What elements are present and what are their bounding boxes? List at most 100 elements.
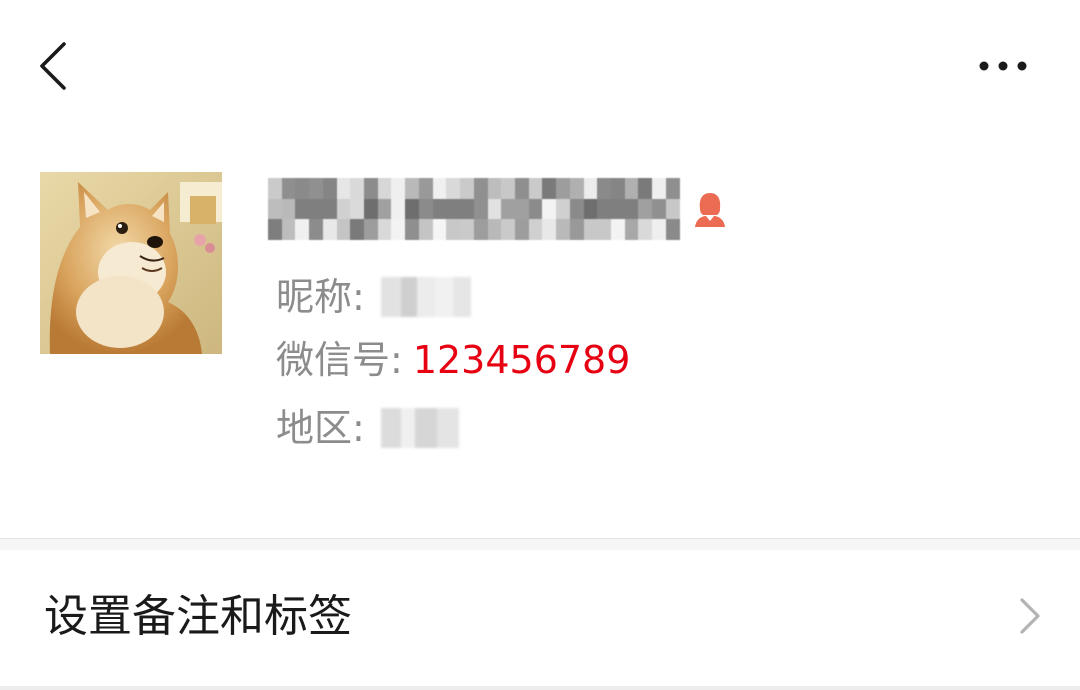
mosaic-cell [583, 198, 598, 220]
mosaic-cell [583, 219, 598, 240]
mosaic-cell [652, 178, 666, 199]
mosaic-cell [322, 178, 337, 199]
set-remark-and-tags-label: 设置备注和标签 [44, 591, 352, 642]
mosaic-cell [336, 178, 351, 199]
mosaic-cell [514, 198, 529, 220]
mosaic-cell [377, 178, 392, 199]
mosaic-cell [624, 198, 639, 220]
mosaic-cell [336, 219, 351, 240]
mosaic-cell [665, 198, 680, 220]
mosaic-cell [268, 219, 282, 240]
mosaic-cell [322, 219, 337, 240]
chevron-right-icon [1020, 598, 1040, 634]
mosaic-cell [295, 219, 310, 240]
mosaic-cell [528, 219, 543, 240]
mosaic-cell [446, 219, 461, 240]
mosaic-cell [295, 198, 310, 220]
mosaic-cell [501, 178, 515, 199]
mosaic-cell [418, 219, 433, 240]
mosaic-cell [268, 198, 282, 220]
mosaic-cell [405, 178, 419, 199]
more-button[interactable] [968, 46, 1040, 86]
mosaic-cell [652, 198, 666, 220]
mosaic-cell [556, 219, 570, 240]
mosaic-cell [528, 178, 543, 199]
name-mosaic [268, 178, 680, 240]
mosaic-cell [597, 198, 611, 220]
mosaic-cell [556, 198, 570, 220]
avatar[interactable] [40, 172, 222, 354]
mosaic-cell [446, 198, 461, 220]
mosaic-cell [432, 219, 447, 240]
mosaic-cell [487, 198, 502, 220]
name-row [268, 178, 730, 240]
chevron-left-icon [40, 42, 66, 90]
mosaic-cell [597, 178, 611, 199]
mosaic-cell [350, 219, 365, 240]
mosaic-cell [638, 219, 653, 240]
wechat-id-line: 微信号: 123456789 [276, 335, 630, 385]
nickname-label: 昵称: [276, 275, 365, 319]
mosaic-cell [665, 178, 680, 199]
wechat-id-value: 123456789 [412, 338, 631, 382]
mosaic-cell [432, 198, 447, 220]
mosaic-cell [473, 178, 488, 199]
mosaic-cell [460, 178, 474, 199]
region-label: 地区: [276, 406, 365, 450]
mosaic-cell [487, 178, 502, 199]
mosaic-cell [665, 219, 680, 240]
mosaic-cell [556, 178, 570, 199]
divider [0, 686, 1080, 690]
mosaic-cell [309, 198, 323, 220]
mosaic-cell [569, 178, 584, 199]
nickname-line: 昵称: [276, 272, 471, 322]
mosaic-cell [391, 198, 406, 220]
female-icon [695, 193, 725, 227]
set-remark-and-tags-row[interactable]: 设置备注和标签 [0, 550, 1080, 686]
region-line: 地区: [276, 403, 459, 453]
more-dots-icon [979, 61, 1027, 71]
mosaic-cell [336, 198, 351, 220]
mosaic-cell [542, 198, 557, 220]
back-button[interactable] [28, 38, 84, 94]
mosaic-cell [322, 198, 337, 220]
mosaic-cell [624, 219, 639, 240]
mosaic-cell [610, 198, 625, 220]
mosaic-cell [652, 219, 666, 240]
section-gap [0, 539, 1080, 550]
mosaic-cell [350, 178, 365, 199]
top-bar [0, 0, 1080, 130]
mosaic-cell [487, 219, 502, 240]
mosaic-cell [583, 178, 598, 199]
mosaic-cell [638, 198, 653, 220]
profile-card: 昵称: 微信号: 123456789 地区: [0, 130, 1080, 538]
mosaic-cell [542, 178, 557, 199]
mosaic-cell [610, 178, 625, 199]
mosaic-cell [405, 198, 419, 220]
mosaic-cell [309, 219, 323, 240]
mosaic-cell [281, 219, 296, 240]
region-mosaic [380, 408, 459, 448]
mosaic-cell [501, 198, 515, 220]
mosaic-cell [460, 219, 474, 240]
mosaic-cell [460, 198, 474, 220]
mosaic-cell [528, 198, 543, 220]
mosaic-cell [569, 198, 584, 220]
mosaic-cell [281, 178, 296, 199]
mosaic-cell [295, 178, 310, 199]
mosaic-cell [350, 198, 365, 220]
mosaic-cell [542, 219, 557, 240]
mosaic-cell [638, 178, 653, 199]
mosaic-cell [597, 219, 611, 240]
mosaic-cell [418, 198, 433, 220]
mosaic-cell [432, 178, 447, 199]
mosaic-cell [514, 219, 529, 240]
mosaic-cell [364, 219, 378, 240]
mosaic-cell [309, 178, 323, 199]
mosaic-cell [514, 178, 529, 199]
mosaic-cell [281, 198, 296, 220]
mosaic-cell [624, 178, 639, 199]
mosaic-cell [610, 219, 625, 240]
nickname-mosaic [380, 277, 471, 317]
mosaic-cell [418, 178, 433, 199]
